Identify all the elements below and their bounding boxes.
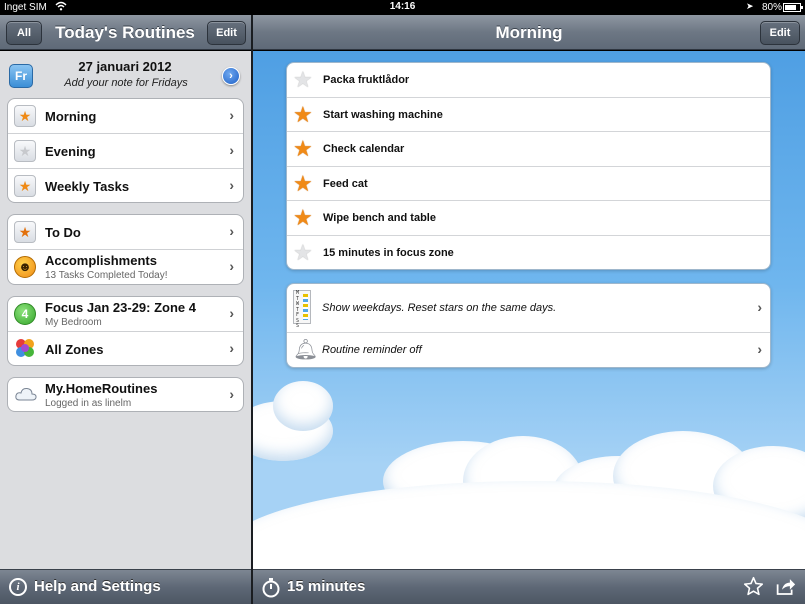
accomplishments-label: Accomplishments xyxy=(45,253,157,268)
right-bottom-bar: 15 minutes xyxy=(253,569,805,604)
star-outline-icon[interactable] xyxy=(743,576,764,602)
right-edit-button[interactable]: Edit xyxy=(760,21,800,45)
routine-label: Morning xyxy=(45,109,97,124)
info-icon[interactable]: i xyxy=(9,578,27,596)
routines-group: ★ Morning › ★ Evening › ★ Weekly Tasks › xyxy=(7,98,244,203)
zone-badge-icon: 4 xyxy=(14,303,36,325)
star-icon: ★ xyxy=(14,105,36,127)
chevron-right-icon: › xyxy=(229,305,234,321)
star-icon[interactable]: ★ xyxy=(293,102,313,128)
task-label: Check calendar xyxy=(323,143,405,156)
task-row[interactable]: ★ 15 minutes in focus zone xyxy=(287,236,770,269)
account-label: My.HomeRoutines xyxy=(45,381,158,396)
chevron-right-icon: › xyxy=(229,142,234,158)
chevron-right-icon: › xyxy=(229,386,234,402)
all-zones-label: All Zones xyxy=(45,342,104,357)
battery-icon xyxy=(783,3,803,12)
battery-percentage: 80% xyxy=(762,2,783,13)
all-button[interactable]: All xyxy=(6,21,42,45)
star-icon[interactable]: ★ xyxy=(293,240,313,266)
weekdays-calendar-icon: M T W T F S S xyxy=(293,290,311,329)
chevron-right-icon: › xyxy=(757,299,762,315)
task-row[interactable]: ★ Check calendar xyxy=(287,132,770,167)
location-icon: ➤ xyxy=(746,1,754,11)
chevron-right-icon: › xyxy=(229,258,234,274)
all-zones-item[interactable]: All Zones › xyxy=(8,332,243,365)
weekdays-setting-row[interactable]: M T W T F S S Show weekdays. Reset stars… xyxy=(287,284,770,333)
accomplishments-subtitle: 13 Tasks Completed Today! xyxy=(45,270,168,281)
star-icon[interactable]: ★ xyxy=(293,136,313,162)
routine-item-weekly-tasks[interactable]: ★ Weekly Tasks › xyxy=(8,169,243,202)
left-navigation-bar: All Today's Routines Edit xyxy=(0,15,251,50)
clock: 14:16 xyxy=(389,1,416,12)
task-label: Start washing machine xyxy=(323,108,443,121)
weekdays-icon-letters: M T W T F S S xyxy=(296,290,300,329)
share-icon[interactable] xyxy=(775,577,796,602)
current-date: 27 januari 2012 xyxy=(78,59,172,74)
focus-zone-label: Focus Jan 23-29: Zone 4 xyxy=(45,300,196,315)
routine-item-evening[interactable]: ★ Evening › xyxy=(8,134,243,169)
smiley-icon: ☻ xyxy=(14,256,36,278)
task-row[interactable]: ★ Feed cat xyxy=(287,167,770,202)
chevron-right-icon: › xyxy=(229,177,234,193)
left-edit-button[interactable]: Edit xyxy=(207,21,246,45)
routine-settings-group: M T W T F S S Show weekdays. Reset stars… xyxy=(286,283,771,368)
chevron-right-icon: › xyxy=(757,341,762,357)
reminder-setting-row[interactable]: 🔔︎ Routine reminder off › xyxy=(287,333,770,367)
task-row[interactable]: ★ Wipe bench and table xyxy=(287,201,770,236)
disclosure-arrow-icon[interactable]: › xyxy=(222,67,240,85)
day-note: Add your note for Fridays xyxy=(64,77,188,89)
routine-label: Weekly Tasks xyxy=(45,179,130,194)
bell-icon: 🔔︎ xyxy=(293,339,319,361)
focus-zone-subtitle: My Bedroom xyxy=(45,317,102,328)
task-row[interactable]: ★ Start washing machine xyxy=(287,98,770,133)
accomplishments-item[interactable]: ☻ Accomplishments 13 Tasks Completed Tod… xyxy=(8,250,243,284)
left-sidebar: Fr 27 januari 2012 Add your note for Fri… xyxy=(0,51,251,569)
chevron-right-icon: › xyxy=(229,107,234,123)
star-icon[interactable]: ★ xyxy=(293,67,313,93)
routine-detail-panel: ★ Packa fruktlådor ★ Start washing machi… xyxy=(253,51,805,569)
color-circles-icon xyxy=(14,337,36,359)
task-label: Feed cat xyxy=(323,177,368,190)
left-title: Today's Routines xyxy=(55,23,195,42)
chevron-right-icon: › xyxy=(229,223,234,239)
routine-title: Morning xyxy=(495,23,563,42)
todo-label: To Do xyxy=(45,225,81,240)
right-navigation-bar: Morning Edit xyxy=(253,15,805,50)
task-label: Packa fruktlådor xyxy=(323,74,410,86)
todo-item[interactable]: ★ To Do › xyxy=(8,215,243,250)
star-icon: ★ xyxy=(14,140,36,162)
task-label: 15 minutes in focus zone xyxy=(323,246,454,259)
timer-label[interactable]: 15 minutes xyxy=(287,570,365,604)
star-icon: ★ xyxy=(14,175,36,197)
chevron-right-icon: › xyxy=(229,340,234,356)
left-bottom-bar: i Help and Settings xyxy=(0,569,251,604)
task-label: Wipe bench and table xyxy=(323,212,436,225)
reminder-setting-label: Routine reminder off xyxy=(322,344,422,356)
zones-group: 4 Focus Jan 23-29: Zone 4 My Bedroom › A… xyxy=(7,296,244,366)
day-icon: Fr xyxy=(9,64,33,88)
cloud-icon xyxy=(14,384,37,406)
weekdays-setting-label: Show weekdays. Reset stars on the same d… xyxy=(322,302,557,314)
star-icon[interactable]: ★ xyxy=(293,205,313,231)
focus-zone-item[interactable]: 4 Focus Jan 23-29: Zone 4 My Bedroom › xyxy=(8,297,243,332)
account-item[interactable]: My.HomeRoutines Logged in as linelm › xyxy=(8,378,243,411)
task-list: ★ Packa fruktlådor ★ Start washing machi… xyxy=(286,62,771,270)
account-group: My.HomeRoutines Logged in as linelm › xyxy=(7,377,244,412)
help-settings-button[interactable]: Help and Settings xyxy=(34,570,161,604)
star-icon[interactable]: ★ xyxy=(293,171,313,197)
todo-star-icon: ★ xyxy=(14,221,36,243)
routine-item-morning[interactable]: ★ Morning › xyxy=(8,99,243,134)
task-row[interactable]: ★ Packa fruktlådor xyxy=(287,63,770,98)
stopwatch-icon[interactable] xyxy=(261,577,281,603)
date-row[interactable]: Fr 27 januari 2012 Add your note for Fri… xyxy=(0,51,251,97)
cloud-decoration xyxy=(273,381,333,431)
routine-label: Evening xyxy=(45,144,96,159)
status-bar: Inget SIM 14:16 ➤ 80% xyxy=(0,0,805,15)
todo-group: ★ To Do › ☻ Accomplishments 13 Tasks Com… xyxy=(7,214,244,285)
account-subtitle: Logged in as linelm xyxy=(45,398,132,409)
